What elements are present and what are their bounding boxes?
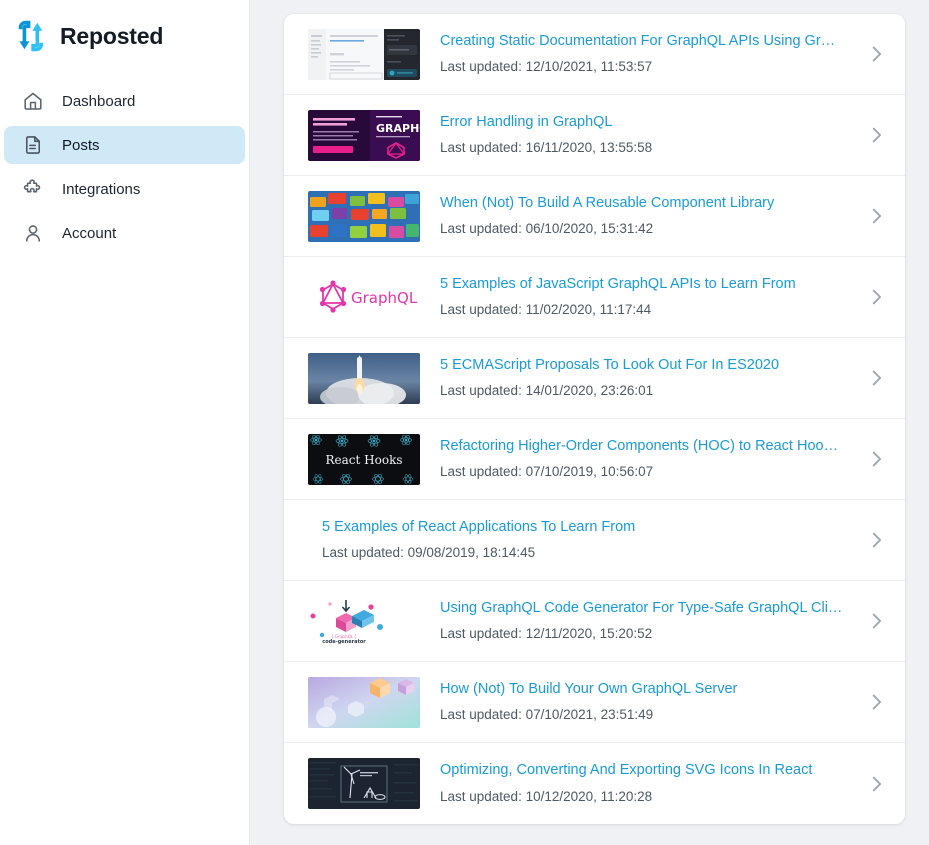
chevron-right-icon[interactable] xyxy=(865,773,887,795)
post-list-item[interactable]: GraphQL 5 Examples of JavaScript GraphQL… xyxy=(284,257,905,338)
post-text: How (Not) To Build Your Own GraphQL Serv… xyxy=(440,681,855,724)
post-updated: Last updated: 16/11/2020, 13:55:58 xyxy=(440,140,653,156)
post-updated: Last updated: 06/10/2020, 15:31:42 xyxy=(440,221,654,237)
post-text: Using GraphQL Code Generator For Type-Sa… xyxy=(440,600,855,643)
document-icon xyxy=(22,134,44,156)
repost-arrows-icon xyxy=(14,19,48,53)
post-list-item[interactable]: GRAPHQL Error Handling in GraphQL Last u… xyxy=(284,95,905,176)
post-list-item[interactable]: Creating Static Documentation For GraphQ… xyxy=(284,14,905,95)
post-thumbnail-docs-and-code-editor-screenshot xyxy=(308,28,420,80)
chevron-right-icon[interactable] xyxy=(865,124,887,146)
sidebar-item-label: Dashboard xyxy=(62,92,136,110)
chevron-right-icon[interactable] xyxy=(865,448,887,470)
app-root: Reposted Dashboard Posts Integrations Ac… xyxy=(0,0,929,845)
post-list-item[interactable]: [ GraphQL ] code-generator Using GraphQL… xyxy=(284,581,905,662)
post-list-item[interactable]: When (Not) To Build A Reusable Component… xyxy=(284,176,905,257)
post-title[interactable]: Refactoring Higher-Order Components (HOC… xyxy=(440,438,855,455)
post-text: Optimizing, Converting And Exporting SVG… xyxy=(440,762,855,805)
post-text: Refactoring Higher-Order Components (HOC… xyxy=(440,438,855,481)
svg-text:GRAPHQL: GRAPHQL xyxy=(376,122,420,135)
svg-text:code-generator: code-generator xyxy=(322,639,366,645)
post-thumbnail-dark-purple-graphql-banner: GRAPHQL xyxy=(308,109,420,161)
post-title[interactable]: 5 Examples of JavaScript GraphQL APIs to… xyxy=(440,276,855,293)
post-updated: Last updated: 09/08/2019, 18:14:45 xyxy=(322,545,536,561)
post-text: Creating Static Documentation For GraphQ… xyxy=(440,33,855,76)
svg-text:GraphQL: GraphQL xyxy=(351,289,418,307)
main-content: Creating Static Documentation For GraphQ… xyxy=(250,0,929,845)
sidebar-item-posts[interactable]: Posts xyxy=(4,126,245,164)
post-text: 5 ECMAScript Proposals To Look Out For I… xyxy=(440,357,855,400)
svg-text:React Hooks: React Hooks xyxy=(326,453,403,467)
user-icon xyxy=(22,222,44,244)
chevron-right-icon[interactable] xyxy=(865,529,887,551)
post-title[interactable]: When (Not) To Build A Reusable Component… xyxy=(440,195,855,212)
post-updated: Last updated: 07/10/2019, 10:56:07 xyxy=(440,464,654,480)
sidebar: Reposted Dashboard Posts Integrations Ac… xyxy=(0,0,250,845)
chevron-right-icon[interactable] xyxy=(865,286,887,308)
post-title[interactable]: 5 ECMAScript Proposals To Look Out For I… xyxy=(440,357,855,374)
post-updated: Last updated: 12/10/2021, 11:53:57 xyxy=(440,59,653,75)
post-title[interactable]: Using GraphQL Code Generator For Type-Sa… xyxy=(440,600,855,617)
home-icon xyxy=(22,90,44,112)
post-thumbnail-dark-windmill-line-art xyxy=(308,758,420,809)
chevron-right-icon[interactable] xyxy=(865,610,887,632)
puzzle-piece-icon xyxy=(22,178,44,200)
post-thumbnail-graphql-code-generator-illustration: [ GraphQL ] code-generator xyxy=(308,595,420,647)
chevron-right-icon[interactable] xyxy=(865,205,887,227)
sidebar-item-label: Integrations xyxy=(62,180,141,198)
post-updated: Last updated: 11/02/2020, 11:17:44 xyxy=(440,302,652,318)
sidebar-nav: Dashboard Posts Integrations Account xyxy=(0,82,249,252)
post-text: 5 Examples of React Applications To Lear… xyxy=(322,519,855,562)
post-thumbnail-graphql-pink-logo: GraphQL xyxy=(308,271,420,323)
post-thumbnail-pastel-gradient-cubes xyxy=(308,676,420,728)
post-text: 5 Examples of JavaScript GraphQL APIs to… xyxy=(440,276,855,319)
post-list-item[interactable]: 5 Examples of React Applications To Lear… xyxy=(284,500,905,581)
post-title[interactable]: Error Handling in GraphQL xyxy=(440,114,855,131)
post-thumbnail-placeholder xyxy=(308,515,322,566)
post-thumbnail-rocket-launch-photo xyxy=(308,352,420,404)
sidebar-item-dashboard[interactable]: Dashboard xyxy=(4,82,245,120)
post-updated: Last updated: 14/01/2020, 23:26:01 xyxy=(440,383,654,399)
post-title[interactable]: Creating Static Documentation For GraphQ… xyxy=(440,33,855,50)
brand: Reposted xyxy=(0,8,249,64)
chevron-right-icon[interactable] xyxy=(865,691,887,713)
posts-card: Creating Static Documentation For GraphQ… xyxy=(284,14,905,824)
sidebar-item-label: Posts xyxy=(62,136,100,154)
post-title[interactable]: How (Not) To Build Your Own GraphQL Serv… xyxy=(440,681,855,698)
post-list-item[interactable]: Optimizing, Converting And Exporting SVG… xyxy=(284,743,905,824)
post-thumbnail-react-hooks-dark-banner: React Hooks xyxy=(308,433,420,485)
chevron-right-icon[interactable] xyxy=(865,43,887,65)
post-updated: Last updated: 10/12/2020, 11:20:28 xyxy=(440,788,653,804)
post-updated: Last updated: 07/10/2021, 23:51:49 xyxy=(440,707,654,723)
post-text: Error Handling in GraphQL Last updated: … xyxy=(440,114,855,157)
post-title[interactable]: 5 Examples of React Applications To Lear… xyxy=(322,519,855,536)
sidebar-item-account[interactable]: Account xyxy=(4,214,245,252)
post-title[interactable]: Optimizing, Converting And Exporting SVG… xyxy=(440,762,855,779)
brand-name: Reposted xyxy=(60,22,164,49)
post-thumbnail-colorful-building-blocks-photo xyxy=(308,190,420,242)
post-list-item[interactable]: 5 ECMAScript Proposals To Look Out For I… xyxy=(284,338,905,419)
chevron-right-icon[interactable] xyxy=(865,367,887,389)
post-text: When (Not) To Build A Reusable Component… xyxy=(440,195,855,238)
sidebar-item-label: Account xyxy=(62,224,117,242)
post-updated: Last updated: 12/11/2020, 15:20:52 xyxy=(440,626,653,642)
post-list-item[interactable]: React Hooks Refactoring Higher-Order Com… xyxy=(284,419,905,500)
sidebar-item-integrations[interactable]: Integrations xyxy=(4,170,245,208)
post-list-item[interactable]: How (Not) To Build Your Own GraphQL Serv… xyxy=(284,662,905,743)
